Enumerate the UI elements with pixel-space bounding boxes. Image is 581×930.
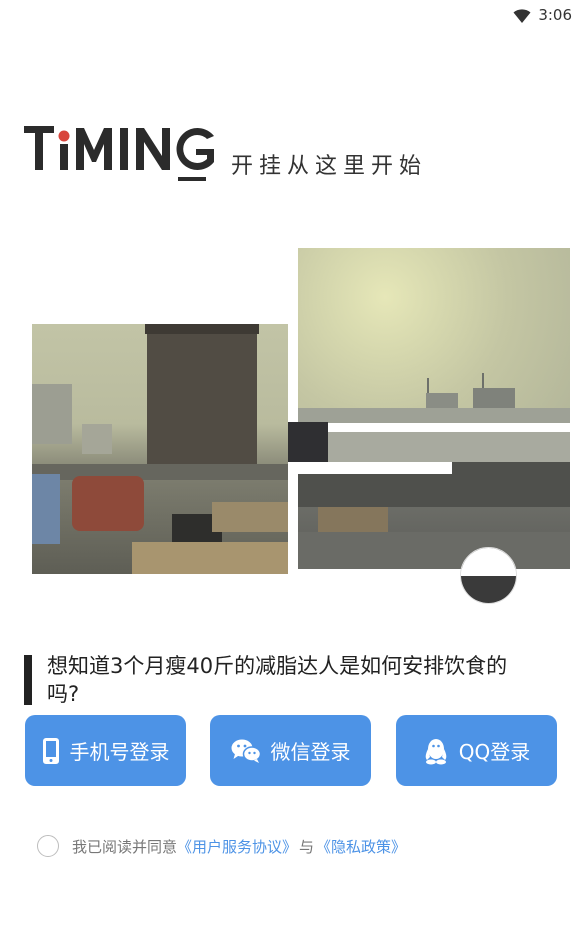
agreement-row: 我已阅读并同意 《用户服务协议》 与 《隐私政策》 [37,834,406,858]
qq-icon [425,738,447,764]
wechat-icon [231,739,261,763]
captcha-photo-top [298,248,570,423]
status-time: 3:06 [538,6,572,24]
wechat-login-label: 微信登录 [270,740,351,764]
slider-knob[interactable] [460,547,517,604]
privacy-link[interactable]: 《隐私政策》 [316,836,406,857]
agreement-prefix: 我已阅读并同意 [72,837,178,856]
captcha-photo-bottom [298,432,570,569]
terms-link[interactable]: 《用户服务协议》 [177,836,297,857]
slogan: 开挂从这里开始 [231,154,428,179]
phone-login-label: 手机号登录 [69,740,170,764]
quote-bar [24,655,32,705]
quote-text: 想知道3个月瘦40斤的减脂达人是如何安排饮食的吗? [47,654,508,706]
agreement-joiner: 与 [299,837,315,856]
wechat-login-button[interactable]: 微信登录 [210,715,371,786]
captcha-image[interactable] [0,240,581,610]
wifi-icon [513,9,531,23]
timing-logo [24,126,214,181]
phone-login-button[interactable]: 手机号登录 [25,715,186,786]
phone-icon [42,737,59,764]
qq-login-label: QQ登录 [458,740,531,764]
status-bar: 3:06 [0,0,581,32]
agree-checkbox[interactable] [37,835,59,857]
qq-login-button[interactable]: QQ登录 [396,715,557,786]
captcha-photo-left [32,324,288,574]
captcha-gap [288,462,452,474]
